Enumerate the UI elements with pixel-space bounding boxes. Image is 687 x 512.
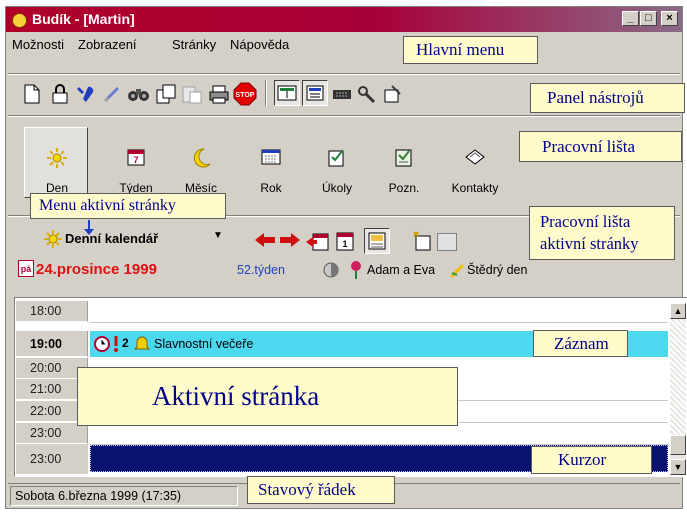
scroll-track[interactable] [670, 319, 686, 449]
record-text: Slavnostní večeře [154, 337, 254, 351]
workbar-day-button[interactable]: Den [22, 127, 92, 199]
svg-text:7: 7 [133, 155, 138, 165]
scroll-up-button[interactable]: ▲ [670, 303, 686, 319]
callout-page-workbar-line1: Pracovní lišta [540, 212, 631, 231]
callout-workbar: Pracovní lišta [519, 131, 682, 162]
callout-record: Záznam [533, 330, 628, 357]
scroll-thumb[interactable] [670, 435, 686, 455]
year-icon [236, 147, 306, 172]
callout-page-workbar-line2: aktivní stránky [540, 234, 639, 253]
page-view-label: Denní kalendář [65, 231, 159, 246]
next-arrow-icon[interactable] [280, 231, 302, 254]
separator [8, 73, 680, 75]
minimize-button[interactable]: _ [622, 11, 639, 26]
workbar-week-button[interactable]: 7 Týden [101, 127, 171, 199]
callout-main-menu: Hlavní menu [403, 36, 538, 64]
week-icon: 7 [101, 147, 171, 172]
stop-icon[interactable]: STOP [233, 82, 257, 106]
arrow-down-icon [83, 220, 95, 241]
callout-active-page: Aktivní stránka [77, 367, 458, 426]
menu-item-zobrazeni[interactable]: Zobrazení [78, 37, 137, 52]
date-icon: pá [18, 260, 34, 277]
close-button[interactable]: × [661, 11, 678, 26]
page-date: 24.prosince 1999 [36, 261, 157, 278]
moon-icon [166, 147, 236, 174]
print-icon[interactable] [207, 82, 231, 106]
app-icon [12, 13, 27, 28]
separator [8, 115, 680, 117]
week-number: 52.týden [237, 263, 285, 277]
tools-icon[interactable] [74, 82, 98, 106]
bell-icon [133, 335, 151, 357]
callout-toolbar: Panel nástrojů [530, 83, 685, 113]
workbar-label: Kontakty [451, 181, 499, 195]
scroll-down-button[interactable]: ▼ [670, 459, 686, 475]
workbar-notes-button[interactable]: Pozn. [369, 127, 439, 199]
menu-item-napoveda[interactable]: Nápověda [230, 37, 289, 52]
link-icon[interactable] [100, 82, 124, 106]
page-view-menu[interactable]: Denní kalendář ▼ [43, 229, 233, 251]
view3-icon[interactable] [330, 82, 354, 106]
paste-icon[interactable] [180, 82, 204, 106]
workbar-month-button[interactable]: Měsíc [166, 127, 236, 199]
hour-label: 23:00 [16, 423, 88, 444]
status-text: Sobota 6.března 1999 (17:35) [10, 486, 238, 506]
holiday: Štědrý den [467, 263, 528, 277]
copy-icon[interactable] [154, 82, 178, 106]
title-bar[interactable]: Budík - [Martin] _ □ × [6, 7, 682, 32]
priority-icon [112, 335, 120, 358]
toolbar-separator [265, 80, 267, 106]
svg-text:1: 1 [342, 239, 347, 249]
new-icon[interactable] [20, 82, 44, 106]
calendar-row[interactable] [90, 301, 668, 323]
page-button[interactable] [437, 233, 457, 251]
previous-arrow-icon[interactable] [255, 231, 277, 254]
sun-icon [22, 147, 92, 174]
callout-page-workbar: Pracovní lišta aktivní stránky [529, 206, 675, 260]
workbar-tasks-button[interactable]: Úkoly [302, 127, 372, 199]
callout-cursor: Kurzor [531, 446, 652, 474]
page-view-toggle[interactable] [364, 228, 390, 254]
view1-icon[interactable] [274, 80, 300, 106]
goto-date-icon[interactable] [306, 230, 330, 257]
binoculars-icon[interactable] [127, 82, 151, 106]
maximize-button[interactable]: □ [640, 11, 657, 26]
priority-number: 2 [122, 336, 129, 350]
tools2-icon[interactable] [355, 82, 379, 106]
menu-item-moznosti[interactable]: Možnosti [12, 37, 64, 52]
lock-icon[interactable] [48, 82, 72, 106]
today-icon[interactable]: 1 [334, 230, 356, 257]
holiday-icon [449, 261, 467, 284]
view2-icon[interactable] [302, 80, 328, 106]
hour-label: 18:00 [16, 301, 88, 322]
flower-icon [348, 260, 364, 285]
workbar-label: Úkoly [321, 181, 352, 195]
workbar-label: Rok [260, 181, 282, 195]
hour-label: 23:00 [30, 452, 62, 466]
scrollbar[interactable]: ▲ ▼ [670, 303, 686, 475]
settings-icon[interactable] [381, 82, 405, 106]
workbar-contacts-button[interactable]: Kontakty [437, 127, 513, 199]
contacts-icon [437, 147, 513, 172]
sun-icon [43, 229, 63, 252]
clock-icon [94, 336, 110, 357]
menu-item-stranky[interactable]: Stránky [172, 37, 216, 52]
workbar-label: Pozn. [388, 181, 420, 195]
tasks-icon [302, 147, 372, 174]
moon-phase-icon [322, 261, 340, 284]
calendar-row[interactable] [90, 423, 668, 445]
new-entry-icon[interactable] [411, 230, 433, 257]
menu-bar: Možnosti Zobrazení Stránky Nápověda [6, 35, 682, 55]
nameday: Adam a Eva [367, 263, 436, 277]
callout-status-line: Stavový řádek [247, 476, 395, 504]
notes-icon [369, 147, 439, 174]
hour-label: 19:00 [16, 331, 88, 357]
window-title: Budík - [Martin] [32, 11, 135, 27]
callout-page-menu: Menu aktivní stránky [30, 193, 226, 219]
workbar-year-button[interactable]: Rok [236, 127, 306, 199]
stop-label: STOP [236, 92, 255, 99]
chevron-down-icon: ▼ [213, 230, 223, 241]
